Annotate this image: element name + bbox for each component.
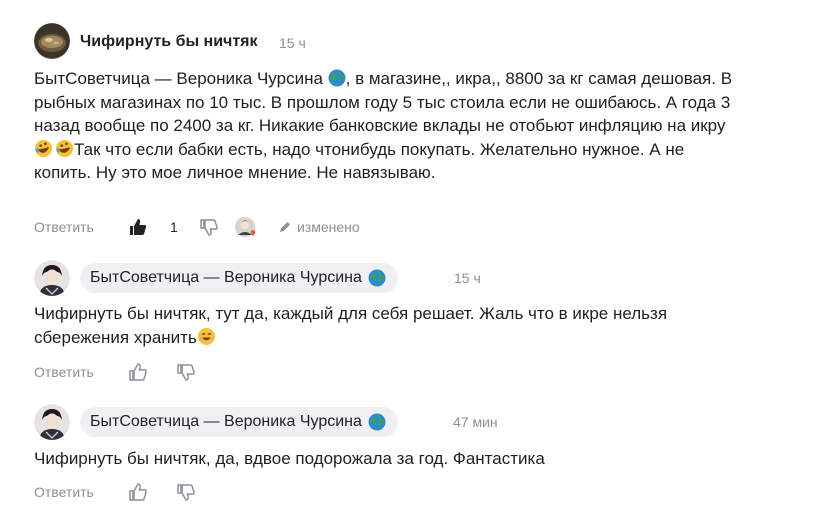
globe-icon xyxy=(368,413,386,431)
comment-text: Чифирнуть бы ничтяк, да, вдвое подорожал… xyxy=(34,449,545,468)
comment-author[interactable]: Чифирнуть бы ничтяк xyxy=(80,33,258,51)
comment-3: БытСоветчица — Вероника Чурсина 47 мин Ч… xyxy=(0,390,820,511)
comment-time: 47 мин xyxy=(453,414,498,430)
thumbs-down-icon xyxy=(177,484,195,501)
smiling-emoji xyxy=(197,327,215,345)
globe-icon xyxy=(368,269,386,287)
comment-2: БытСоветчица — Вероника Чурсина 15 ч Чиф… xyxy=(0,250,820,385)
thumbs-down-icon xyxy=(200,219,218,236)
comment-actions: Ответить xyxy=(34,481,334,503)
rofl-emoji xyxy=(34,139,53,157)
thumbs-up-icon xyxy=(130,219,147,235)
dislike-button[interactable] xyxy=(176,481,196,503)
liker-avatar[interactable] xyxy=(234,216,258,238)
comment-time: 15 ч xyxy=(454,270,481,286)
avatar[interactable] xyxy=(34,404,70,440)
comment-actions: Ответить 1 изменено xyxy=(34,216,434,238)
rofl-emoji xyxy=(55,139,74,157)
comment-time: 15 ч xyxy=(279,35,306,51)
comment-text: Чифирнуть бы ничтяк, тут да, каждый для … xyxy=(34,304,668,347)
comment-actions: Ответить xyxy=(34,361,334,383)
like-button[interactable] xyxy=(128,481,148,503)
like-button[interactable] xyxy=(128,216,148,238)
avatar[interactable] xyxy=(34,23,70,59)
reply-button[interactable]: Ответить xyxy=(34,216,94,238)
avatar[interactable] xyxy=(34,260,70,296)
thumbs-up-icon xyxy=(129,363,147,381)
like-count: 1 xyxy=(170,219,178,235)
dislike-button[interactable] xyxy=(176,361,196,383)
thumbs-down-icon xyxy=(177,364,195,381)
dislike-button[interactable] xyxy=(199,216,219,238)
reply-button[interactable]: Ответить xyxy=(34,361,94,383)
thumbs-up-icon xyxy=(129,483,147,501)
comment-author[interactable]: БытСоветчица — Вероника Чурсина xyxy=(80,263,398,293)
comment-1: Чифирнуть бы ничтяк 15 ч БытСоветчица — … xyxy=(0,0,820,245)
reply-button[interactable]: Ответить xyxy=(34,481,94,503)
mention[interactable]: БытСоветчица — Вероника Чурсина xyxy=(34,69,328,88)
like-button[interactable] xyxy=(128,361,148,383)
comment-author[interactable]: БытСоветчица — Вероника Чурсина xyxy=(80,407,398,437)
globe-icon xyxy=(328,69,346,87)
comment-text: БытСоветчица — Вероника Чурсина , в мага… xyxy=(34,67,744,185)
edited-indicator: изменено xyxy=(278,216,360,238)
pencil-icon xyxy=(280,222,290,232)
